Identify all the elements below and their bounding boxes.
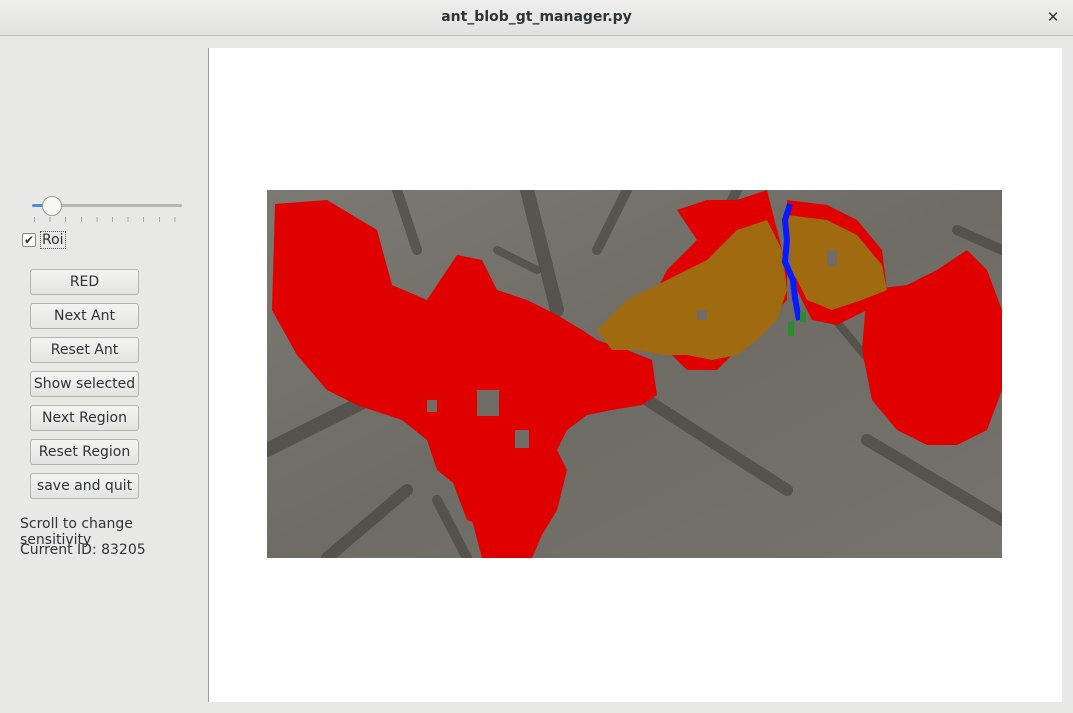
window-bottom-edge <box>0 702 1073 713</box>
show-selected-button[interactable]: Show selected <box>30 371 139 397</box>
current-id-label: Current ID: 83205 <box>20 542 146 558</box>
sensitivity-slider[interactable] <box>30 196 184 223</box>
reset-ant-button[interactable]: Reset Ant <box>30 337 139 363</box>
seed-marker-2 <box>800 312 806 322</box>
segmentation-image[interactable] <box>267 190 1002 558</box>
roi-checkbox[interactable]: ✔ Roi <box>22 231 66 249</box>
slider-ticks <box>34 217 180 222</box>
slider-knob[interactable] <box>42 196 62 216</box>
next-ant-button[interactable]: Next Ant <box>30 303 139 329</box>
image-canvas[interactable] <box>208 48 1062 702</box>
save-and-quit-button[interactable]: save and quit <box>30 473 139 499</box>
seed-marker <box>788 322 794 336</box>
roi-label: Roi <box>40 231 66 249</box>
reset-region-button[interactable]: Reset Region <box>30 439 139 465</box>
sidebar: ✔ Roi RED Next Ant Reset Ant Show select… <box>0 37 208 713</box>
next-region-button[interactable]: Next Region <box>30 405 139 431</box>
checkbox-checked-icon[interactable]: ✔ <box>22 233 36 247</box>
window-titlebar: ant_blob_gt_manager.py ✕ <box>0 0 1073 36</box>
window-title: ant_blob_gt_manager.py <box>441 9 632 25</box>
red-button[interactable]: RED <box>30 269 139 295</box>
close-icon[interactable]: ✕ <box>1045 8 1061 26</box>
